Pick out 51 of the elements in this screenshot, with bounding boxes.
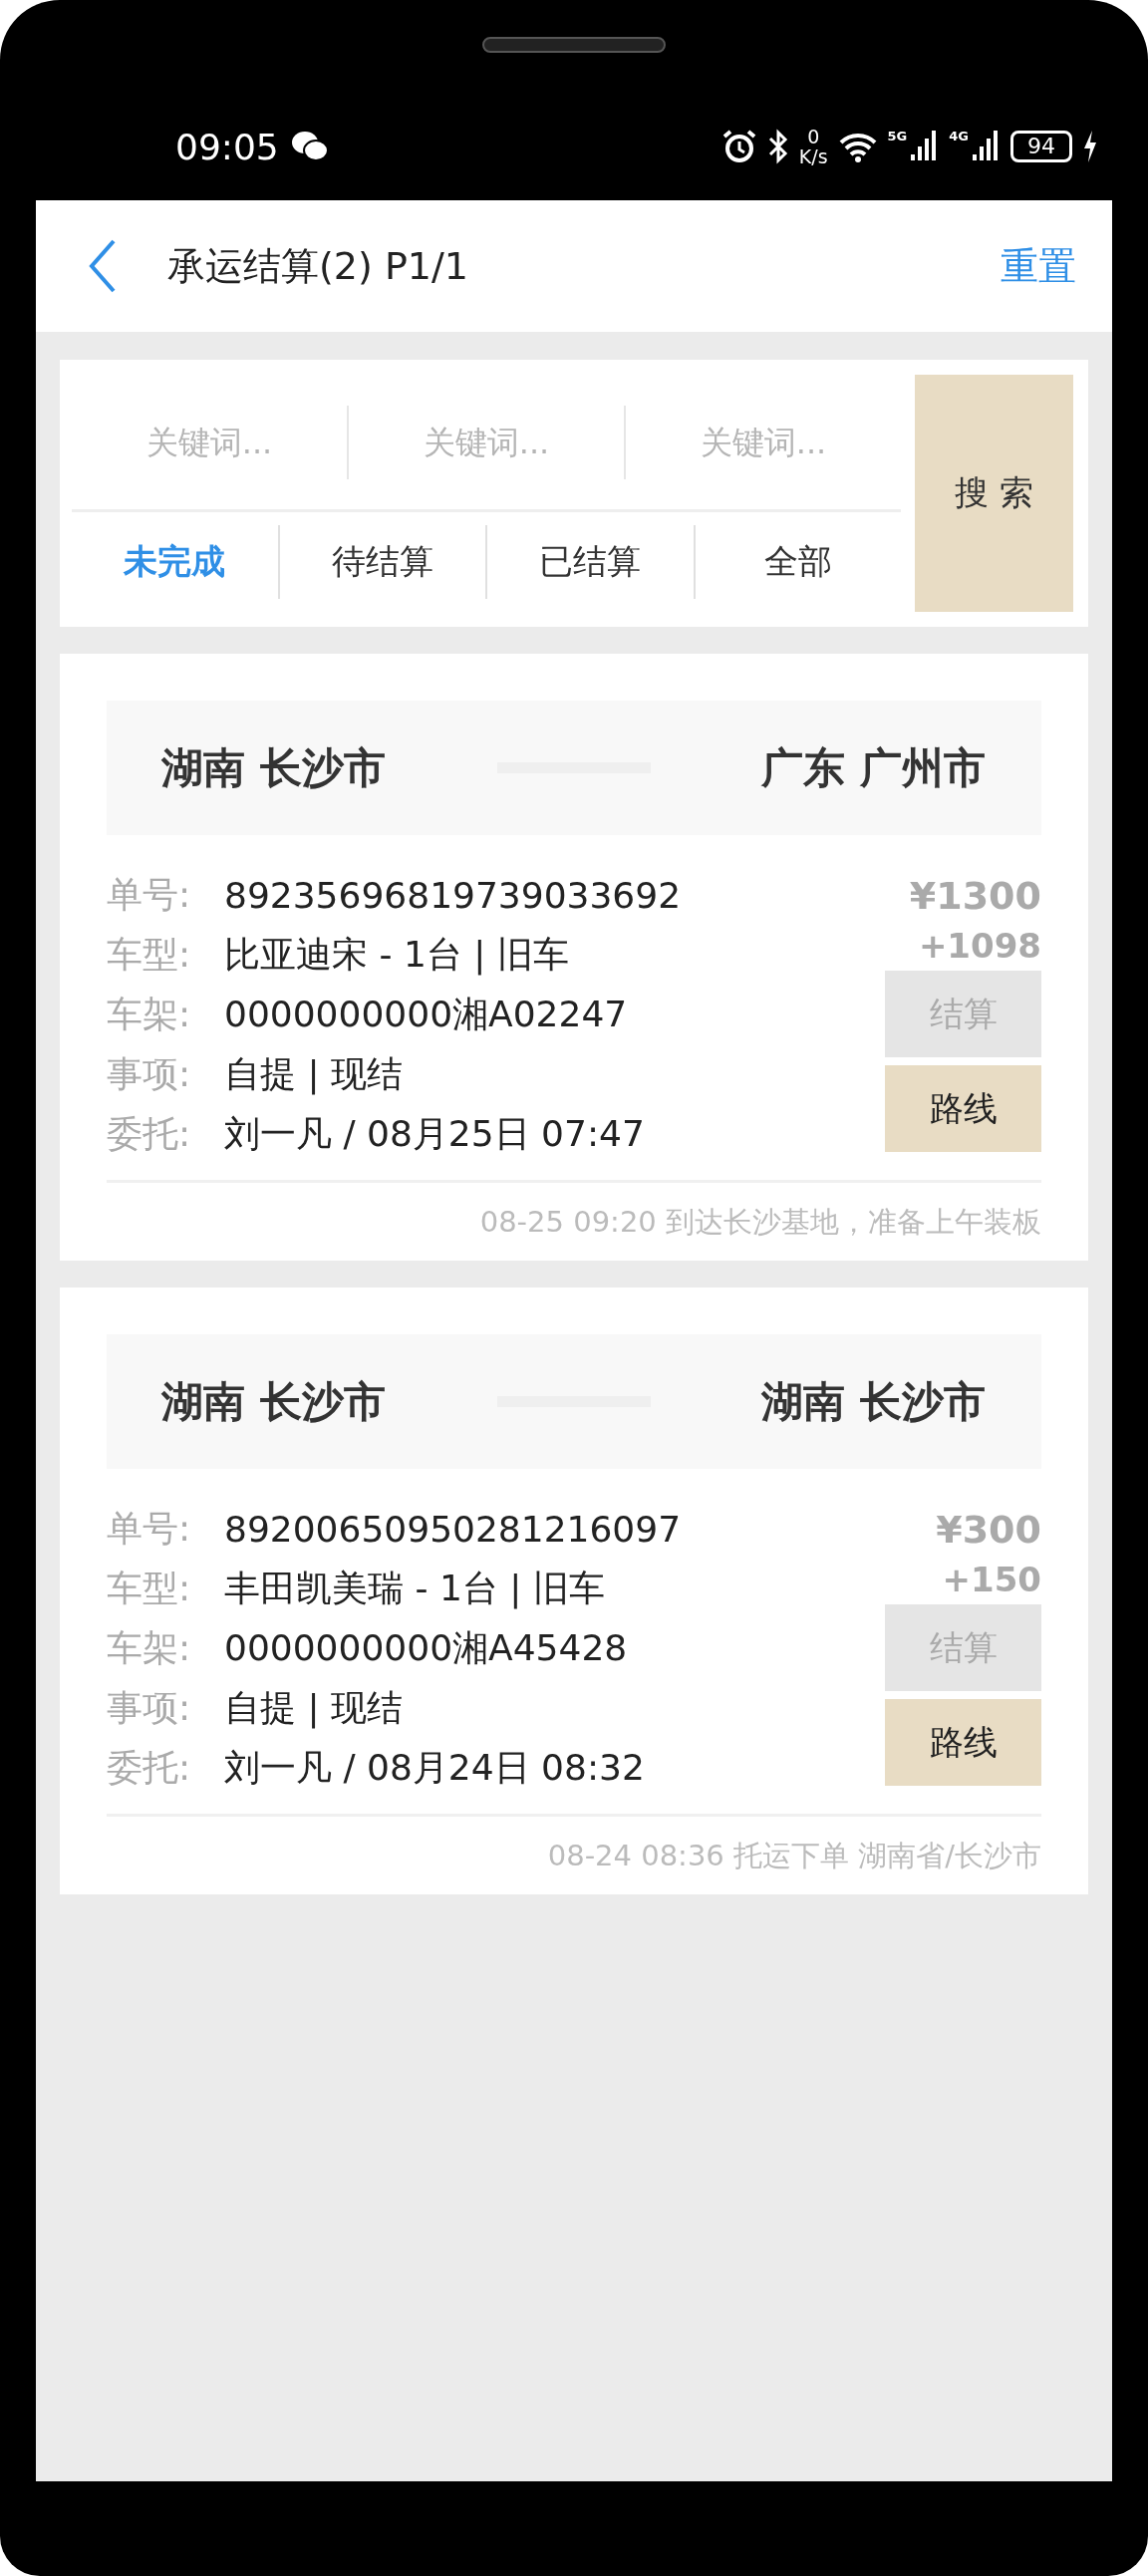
field-label: 车型: bbox=[107, 932, 192, 977]
filter-tab[interactable]: 待结算 bbox=[277, 525, 485, 599]
status-time: 09:05 bbox=[175, 126, 279, 167]
alarm-icon bbox=[720, 129, 757, 164]
charging-icon bbox=[1082, 129, 1098, 164]
field-label: 事项: bbox=[107, 1685, 192, 1730]
status-note: 08-24 08:36 托运下单 湖南省/长沙市 bbox=[547, 1839, 1041, 1872]
keyword-field[interactable]: 关键词... bbox=[72, 405, 347, 479]
order-price: ¥1300 bbox=[909, 873, 1041, 920]
status-note: 08-25 09:20 到达长沙基地，准备上午装板 bbox=[479, 1205, 1041, 1239]
origin-city: 湖南 长沙市 bbox=[161, 1375, 386, 1428]
field-label: 单号: bbox=[107, 872, 192, 917]
net-speed-unit: K/s bbox=[798, 146, 828, 166]
field-label: 委托: bbox=[107, 1111, 192, 1156]
order-price: ¥300 bbox=[936, 1507, 1041, 1554]
field-value: 89235696819739033692 bbox=[224, 874, 682, 916]
destination-city: 广东 广州市 bbox=[761, 741, 986, 794]
field-value: 0000000000湘A45428 bbox=[224, 1625, 628, 1670]
field-value: 89200650950281216097 bbox=[224, 1508, 682, 1550]
chat-icon bbox=[290, 131, 329, 162]
filter-tab[interactable]: 已结算 bbox=[485, 525, 694, 599]
field-label: 委托: bbox=[107, 1745, 192, 1790]
field-value: 丰田凯美瑞 - 1台 | 旧车 bbox=[224, 1566, 605, 1611]
network-type: 4G bbox=[949, 129, 969, 143]
field-value: 比亚迪宋 - 1台 | 旧车 bbox=[224, 932, 569, 978]
price-extra: +1098 bbox=[918, 925, 1041, 968]
field-label: 事项: bbox=[107, 1051, 192, 1096]
action-button[interactable]: 路线 bbox=[885, 1699, 1041, 1786]
field-value: 自提 | 现结 bbox=[224, 1685, 403, 1731]
origin-city: 湖南 长沙市 bbox=[161, 741, 386, 794]
price-extra: +150 bbox=[942, 1559, 1041, 1601]
destination-city: 湖南 长沙市 bbox=[761, 1375, 986, 1428]
field-label: 车架: bbox=[107, 992, 192, 1036]
field-value: 自提 | 现结 bbox=[224, 1051, 403, 1097]
keyword-field[interactable]: 关键词... bbox=[347, 405, 624, 479]
back-icon[interactable] bbox=[88, 238, 118, 294]
battery-level: 94 bbox=[1010, 131, 1072, 162]
field-label: 单号: bbox=[107, 1506, 192, 1551]
action-button[interactable]: 路线 bbox=[885, 1065, 1041, 1152]
search-button[interactable]: 搜 索 bbox=[915, 375, 1073, 612]
bluetooth-icon bbox=[766, 129, 789, 164]
network-type: 5G bbox=[887, 129, 908, 143]
page-title: 承运结算(2) P1/1 bbox=[167, 242, 468, 290]
net-speed: 0 bbox=[807, 127, 820, 146]
keyword-field[interactable]: 关键词... bbox=[624, 405, 901, 479]
field-value: 刘一凡 / 08月24日 08:32 bbox=[224, 1745, 645, 1790]
field-value: 0000000000湘A02247 bbox=[224, 992, 628, 1036]
field-label: 车架: bbox=[107, 1625, 192, 1670]
filter-tab[interactable]: 全部 bbox=[693, 525, 901, 599]
field-value: 刘一凡 / 08月25日 07:47 bbox=[224, 1111, 645, 1156]
field-label: 车型: bbox=[107, 1566, 192, 1610]
